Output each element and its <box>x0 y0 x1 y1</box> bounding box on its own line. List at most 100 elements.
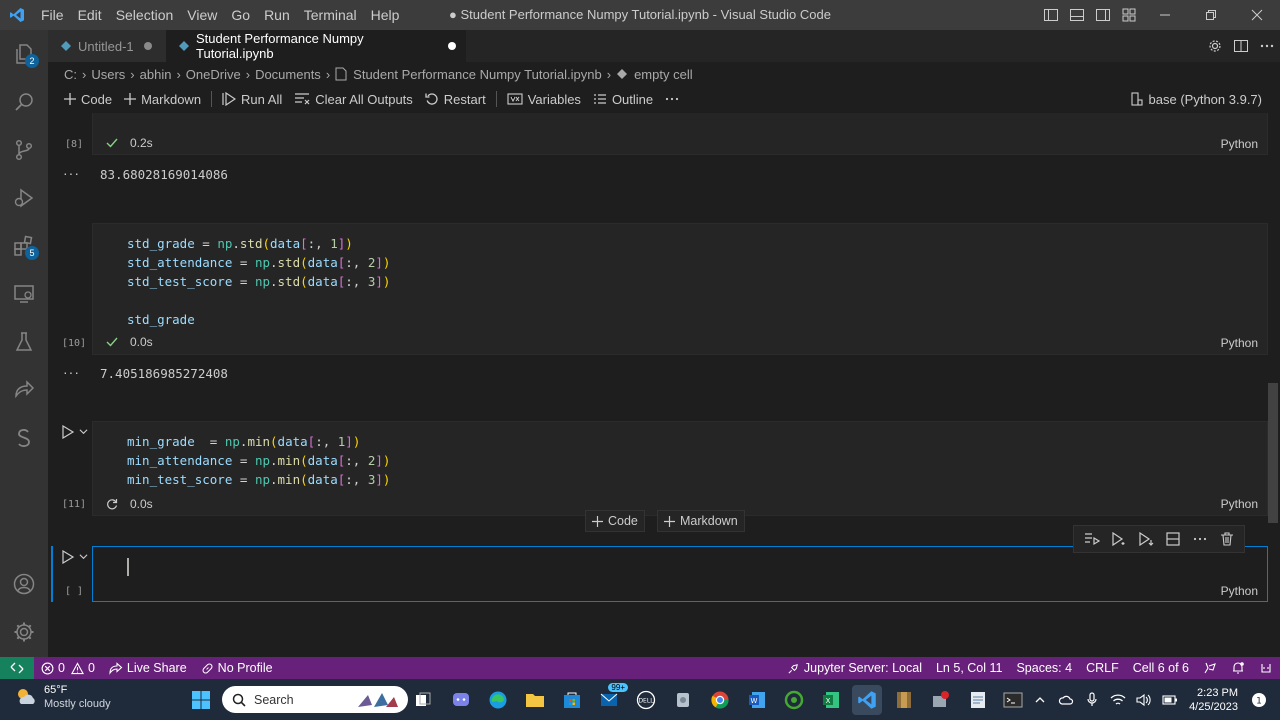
more-actions-icon[interactable] <box>1254 30 1280 62</box>
toggle-secondary-sidebar-icon[interactable] <box>1090 0 1116 30</box>
crumb-file[interactable]: Student Performance Numpy Tutorial.ipynb <box>335 67 602 82</box>
indentation[interactable]: Spaces: 4 <box>1009 657 1079 679</box>
disk-app-icon[interactable] <box>668 685 698 715</box>
menu-edit[interactable]: Edit <box>71 0 109 30</box>
cell-language[interactable]: Python <box>1221 137 1258 151</box>
notifications-bell-icon[interactable] <box>1224 657 1252 679</box>
execute-cell-below-icon[interactable] <box>1105 526 1132 552</box>
menu-terminal[interactable]: Terminal <box>297 0 364 30</box>
live-share-icon[interactable] <box>0 366 48 414</box>
toggle-primary-sidebar-icon[interactable] <box>1038 0 1064 30</box>
archive-icon[interactable] <box>889 685 919 715</box>
crumb-abhin[interactable]: abhin <box>140 67 172 82</box>
feedback-icon[interactable] <box>1196 657 1224 679</box>
notification-center-icon[interactable]: 1 <box>1246 679 1272 720</box>
remote-explorer-icon[interactable] <box>0 270 48 318</box>
microphone-icon[interactable] <box>1079 679 1105 720</box>
cloud-sync-icon[interactable] <box>1053 679 1079 720</box>
dell-icon[interactable]: DELL <box>631 685 661 715</box>
copilot-icon[interactable] <box>1252 657 1280 679</box>
toolbar-more-icon[interactable] <box>659 88 685 110</box>
menu-selection[interactable]: Selection <box>109 0 181 30</box>
crumb-drive[interactable]: C: <box>64 67 77 82</box>
volume-icon[interactable] <box>1131 679 1157 720</box>
restore-icon[interactable] <box>1188 0 1234 30</box>
chrome-icon[interactable] <box>705 685 735 715</box>
jupyter-server-status[interactable]: Jupyter Server: Local <box>780 657 929 679</box>
crumb-onedrive[interactable]: OneDrive <box>186 67 241 82</box>
unsaved-dot-icon[interactable] <box>448 42 456 50</box>
menu-go[interactable]: Go <box>224 0 257 30</box>
settings-gear-icon[interactable] <box>1202 30 1228 62</box>
line-endings[interactable]: CRLF <box>1079 657 1126 679</box>
split-editor-icon[interactable] <box>1228 30 1254 62</box>
outline-button[interactable]: Outline <box>587 88 659 110</box>
close-icon[interactable] <box>1234 0 1280 30</box>
cell-more-icon[interactable] <box>1186 526 1213 552</box>
menu-view[interactable]: View <box>180 0 224 30</box>
chevron-down-icon[interactable] <box>79 427 88 436</box>
s-extension-icon[interactable] <box>0 414 48 462</box>
run-cell-icon[interactable] <box>61 425 75 439</box>
execute-and-below-icon[interactable] <box>1132 526 1159 552</box>
restart-button[interactable]: Restart <box>419 88 492 110</box>
customize-layout-icon[interactable] <box>1116 0 1142 30</box>
wifi-icon[interactable] <box>1105 679 1131 720</box>
cell-language[interactable]: Python <box>1221 584 1258 598</box>
teams-chat-icon[interactable] <box>446 685 476 715</box>
kernel-picker[interactable]: base (Python 3.9.7) <box>1124 86 1268 112</box>
delete-cell-trash-icon[interactable] <box>1213 526 1240 552</box>
code-cell-empty[interactable] <box>92 546 1268 602</box>
chevron-up-icon[interactable] <box>1027 679 1053 720</box>
source-control-icon[interactable] <box>0 126 48 174</box>
accounts-icon[interactable] <box>0 560 48 608</box>
cell-language[interactable]: Python <box>1221 497 1258 511</box>
excel-icon[interactable]: X <box>816 685 846 715</box>
mail-icon[interactable]: 99+ <box>594 683 628 715</box>
clear-outputs-button[interactable]: Clear All Outputs <box>288 88 419 110</box>
code-cell-8[interactable] <box>92 113 1268 155</box>
problems-indicator[interactable]: 0 0 <box>34 657 102 679</box>
search-icon[interactable] <box>0 78 48 126</box>
word-icon[interactable]: W <box>742 685 772 715</box>
insert-code-button[interactable]: Code <box>585 510 645 532</box>
crumb-documents[interactable]: Documents <box>255 67 321 82</box>
crumb-users[interactable]: Users <box>91 67 125 82</box>
windows-start-icon[interactable] <box>186 685 216 715</box>
run-cell-icon[interactable] <box>61 550 75 564</box>
remote-indicator-icon[interactable] <box>0 657 34 679</box>
recorder-icon[interactable] <box>926 685 956 715</box>
vertical-scrollbar[interactable] <box>1268 383 1278 523</box>
menu-file[interactable]: File <box>34 0 71 30</box>
edge-browser-icon[interactable] <box>483 685 513 715</box>
cell-position[interactable]: Cell 6 of 6 <box>1126 657 1196 679</box>
variables-button[interactable]: Variables <box>501 88 587 110</box>
run-debug-icon[interactable] <box>0 174 48 222</box>
split-cell-icon[interactable] <box>1159 526 1186 552</box>
terminal-icon[interactable] <box>998 685 1028 715</box>
minimize-icon[interactable] <box>1142 0 1188 30</box>
testing-icon[interactable] <box>0 318 48 366</box>
task-view-icon[interactable] <box>408 685 438 715</box>
unsaved-dot-icon[interactable] <box>143 42 152 50</box>
run-all-button[interactable]: Run All <box>216 88 288 110</box>
battery-icon[interactable] <box>1157 679 1183 720</box>
tab-untitled[interactable]: Untitled-1 <box>48 30 166 62</box>
store-icon[interactable] <box>557 685 587 715</box>
manage-gear-icon[interactable] <box>0 608 48 656</box>
explorer-icon[interactable]: 2 <box>0 30 48 78</box>
taskbar-search[interactable]: Search <box>222 686 408 713</box>
add-markdown-button[interactable]: Markdown <box>118 88 207 110</box>
menu-run[interactable]: Run <box>257 0 297 30</box>
file-explorer-icon[interactable] <box>520 685 550 715</box>
tab-notebook[interactable]: Student Performance Numpy Tutorial.ipynb <box>166 30 466 62</box>
insert-markdown-button[interactable]: Markdown <box>657 510 745 532</box>
toggle-panel-icon[interactable] <box>1064 0 1090 30</box>
profile-button[interactable]: No Profile <box>194 657 280 679</box>
cursor-position[interactable]: Ln 5, Col 11 <box>929 657 1009 679</box>
cell-language[interactable]: Python <box>1221 336 1258 350</box>
extensions-icon[interactable]: 5 <box>0 222 48 270</box>
chevron-down-icon[interactable] <box>79 552 88 561</box>
crumb-cell[interactable]: empty cell <box>616 67 693 82</box>
weather-widget[interactable]: 65°F Mostly cloudy <box>14 683 111 711</box>
